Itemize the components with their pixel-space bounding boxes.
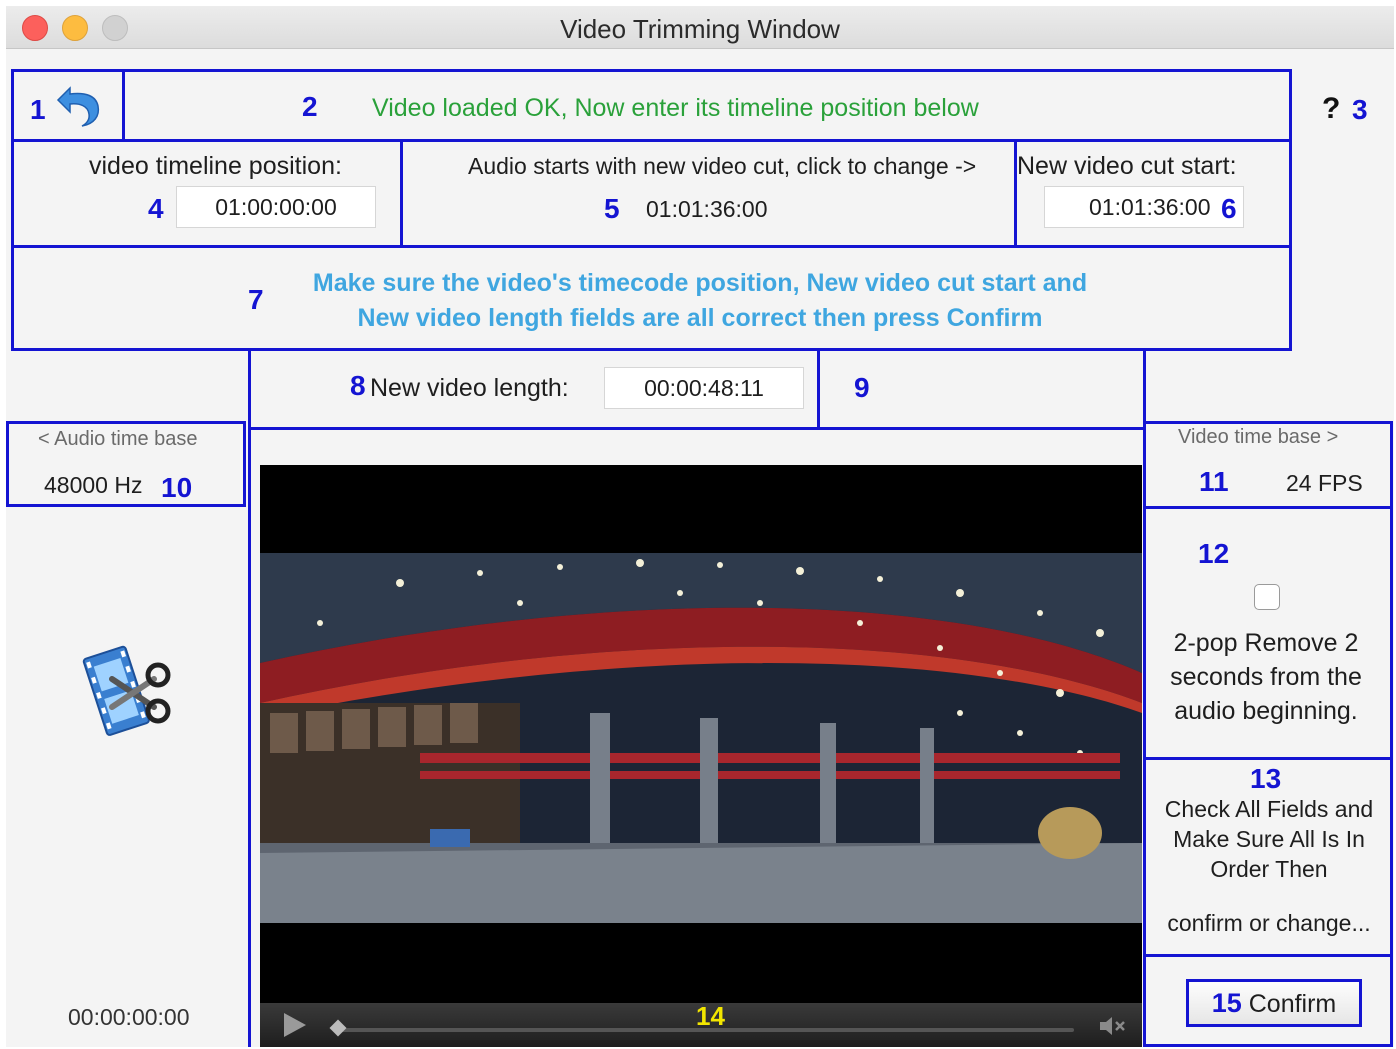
two-pop-line-3: audio beginning. — [1174, 697, 1358, 725]
help-icon[interactable]: ? — [1322, 92, 1340, 126]
confirm-number: 15 — [1211, 987, 1242, 1018]
mute-icon[interactable] — [1098, 1015, 1128, 1037]
instructions-line-1: Make sure the video's timecode position,… — [312, 269, 1088, 297]
seek-handle[interactable] — [329, 1019, 347, 1037]
audio-cut-label[interactable]: Audio starts with new video cut, click t… — [468, 153, 976, 180]
player-controls: 14 — [260, 1001, 1142, 1047]
timeline-position-number: 4 — [148, 193, 164, 224]
instructions-number: 7 — [248, 284, 264, 315]
audio-cut-value[interactable]: 01:01:36:00 — [646, 196, 768, 223]
video-length-field[interactable]: 00:00:48:11 — [604, 367, 804, 409]
video-length-label: New video length: — [370, 374, 569, 402]
video-player[interactable]: 14 — [260, 465, 1142, 1047]
check-note-line-2: Make Sure All Is In — [1173, 826, 1365, 852]
video-time-base-value: 24 FPS — [1286, 470, 1363, 496]
audio-cut-number: 5 — [604, 193, 620, 224]
cut-start-field[interactable]: 01:01:36:00 — [1044, 186, 1244, 228]
audio-time-base-value: 48000 Hz — [44, 472, 143, 498]
confirm-button[interactable]: 15 Confirm — [1186, 979, 1362, 1027]
window-title: Video Trimming Window — [560, 14, 840, 44]
undo-number: 1 — [30, 94, 46, 125]
confirm-label: Confirm — [1248, 989, 1337, 1018]
check-note-line-4: confirm or change... — [1167, 910, 1371, 936]
two-pop-text: 2-pop Remove 2 seconds from the audio be… — [1146, 626, 1386, 728]
timeline-position-label: video timeline position: — [89, 152, 342, 180]
player-number: 14 — [696, 1001, 725, 1031]
film-scissors-icon[interactable] — [82, 639, 174, 737]
instructions-line-2: New video length fields are all correct … — [357, 304, 1043, 332]
cut-start-label: New video cut start: — [1017, 152, 1237, 180]
check-note-line-1: Check All Fields and — [1164, 796, 1374, 822]
box-9-number: 9 — [854, 372, 870, 403]
two-pop-line-1: 2-pop Remove 2 — [1173, 629, 1359, 657]
app-window: Video Trimming Window 1 2 Video loaded O… — [6, 6, 1394, 1047]
two-pop-line-2: seconds from the — [1170, 663, 1362, 691]
help-number: 3 — [1352, 94, 1368, 125]
video-time-base-number: 11 — [1199, 466, 1229, 497]
two-pop-checkbox[interactable] — [1254, 584, 1280, 610]
left-timecode: 00:00:00:00 — [68, 1004, 190, 1030]
timeline-position-field[interactable]: 01:00:00:00 — [176, 186, 376, 228]
title-bar[interactable]: Video Trimming Window — [6, 6, 1394, 49]
check-note-line-3: Order Then — [1210, 856, 1328, 882]
video-time-base-label: Video time base > — [1178, 426, 1339, 448]
video-length-number: 8 — [350, 370, 366, 401]
two-pop-number: 12 — [1198, 538, 1230, 569]
check-note-text: Check All Fields and Make Sure All Is In… — [1146, 794, 1392, 938]
audio-time-base-number: 10 — [161, 472, 193, 503]
instructions-text: Make sure the video's timecode position,… — [270, 266, 1130, 336]
undo-arrow-icon[interactable] — [56, 80, 104, 130]
play-icon[interactable] — [280, 1011, 308, 1039]
video-frame-image — [260, 553, 1142, 923]
check-note-number: 13 — [1250, 763, 1282, 794]
cut-start-number: 6 — [1221, 193, 1237, 224]
status-number: 2 — [302, 91, 318, 122]
status-message: Video loaded OK, Now enter its timeline … — [372, 94, 979, 122]
audio-time-base-label: < Audio time base — [38, 428, 198, 450]
